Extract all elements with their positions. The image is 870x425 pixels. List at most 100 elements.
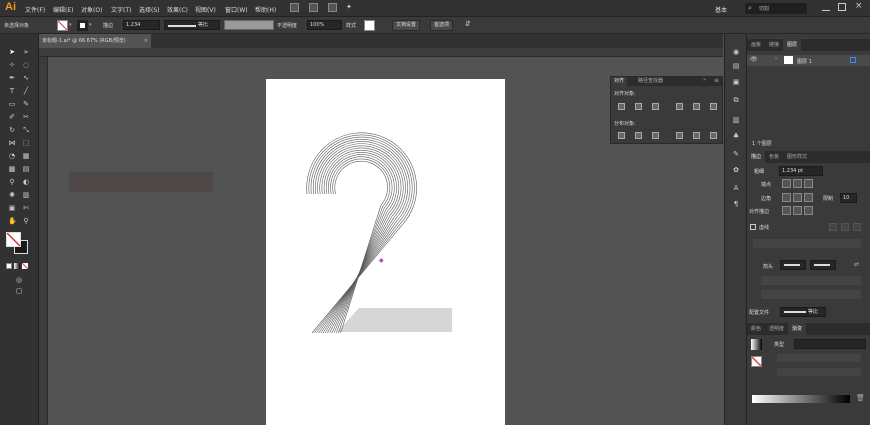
appearance-icon[interactable]: ♣ [732,132,740,140]
round-join-icon[interactable] [793,193,802,202]
maximize-icon[interactable] [838,3,846,11]
distribute-hcenter-icon[interactable] [693,132,700,139]
menu-select[interactable]: 选择(S) [139,5,160,14]
align-stroke-inside-icon[interactable] [793,206,802,215]
gradient-angle-fields[interactable] [777,354,861,362]
menu-object[interactable]: 对象(O) [81,5,102,14]
dark-rectangle-object[interactable] [69,172,213,192]
hand-tool-icon[interactable]: ✋ [8,217,17,225]
dash-gap-icon-1[interactable] [829,223,837,231]
swap-arrows-icon[interactable]: ⇄ [854,261,859,268]
transform-icon[interactable]: ▣ [732,78,740,86]
line-tool-icon[interactable]: ╱ [22,87,30,95]
gradient-thumbnail[interactable] [751,339,762,350]
tab-layers[interactable]: 图层 [783,39,802,51]
tab-graphic-styles[interactable]: 图形样式 [783,151,811,163]
slice-tool-icon[interactable]: ✄ [22,204,30,212]
layer-target-icon[interactable] [850,57,856,63]
horizontal-ruler[interactable] [39,48,723,57]
gradient-type-select[interactable] [794,339,866,349]
align-options-icon[interactable]: ⇵ [465,20,471,28]
profile-select[interactable]: 等比 [780,307,826,317]
character-icon[interactable]: A [732,184,740,192]
align-bottom-icon[interactable] [710,103,717,110]
paragraph-icon[interactable]: ¶ [732,200,740,208]
align-stroke-center-icon[interactable] [782,206,791,215]
shape-builder-tool-icon[interactable]: ◔ [8,152,16,160]
drawing-mode-icon[interactable]: ◎ [15,276,23,284]
none-mode-icon[interactable] [22,263,28,269]
preferences-button[interactable]: 首选项 [430,20,454,31]
zoom-tool-icon[interactable]: ⚲ [22,217,30,225]
color-guide-icon[interactable]: ◉ [732,48,740,56]
limit-field[interactable]: 10 [840,193,857,203]
gradient-stroke-options[interactable] [777,368,861,376]
magic-wand-tool-icon[interactable]: ✧ [8,61,16,69]
symbol-sprayer-tool-icon[interactable]: ✺ [8,191,16,199]
stroke-label[interactable]: 描边 [103,22,113,29]
rectangle-tool-icon[interactable]: ▭ [8,100,16,108]
tab-color[interactable]: 颜色 [747,323,765,335]
end-arrowhead-select[interactable] [810,260,836,270]
dashed-line-checkbox[interactable] [750,224,756,230]
gradient-slider[interactable] [752,395,850,403]
direct-selection-tool-icon[interactable]: ➢ [22,48,30,56]
stroke-weight-field[interactable]: 1.234 [123,20,160,30]
eyedropper-tool-icon[interactable]: ⚲ [8,178,16,186]
weight-field[interactable]: 1.234 pt [779,166,823,176]
menu-window[interactable]: 窗口(W) [225,5,248,14]
scale-tool-icon[interactable]: ⤡ [22,126,30,134]
align-hcenter-icon[interactable] [635,103,642,110]
menu-edit[interactable]: 编辑(E) [53,5,73,14]
projecting-cap-icon[interactable] [804,179,813,188]
fill-swatch[interactable] [57,20,68,31]
minimize-icon[interactable] [822,3,830,11]
opacity-field[interactable]: 100% [307,20,342,30]
rotate-tool-icon[interactable]: ↻ [8,126,16,134]
visibility-eye-icon[interactable]: 👁 [750,56,758,63]
align-stroke-outside-icon[interactable] [804,206,813,215]
close-tab-icon[interactable]: × [144,34,148,48]
lasso-tool-icon[interactable]: ◌ [22,61,30,69]
document-tab[interactable]: 未标题-1.ai* @ 66.67% (RGB/预览) × [39,34,151,48]
butt-cap-icon[interactable] [782,179,791,188]
symbols-icon[interactable]: ✿ [732,166,740,174]
tab-swatches[interactable]: 色板 [765,151,783,163]
menu-type[interactable]: 文字(T) [111,5,131,14]
tab-gradient[interactable]: 渐变 [788,323,807,335]
stock-icon[interactable] [309,3,318,12]
close-icon[interactable]: × [855,1,863,11]
vertical-ruler[interactable] [39,57,48,425]
artwork-number-2[interactable]: ◆ [266,79,505,425]
artboard-tool-icon[interactable]: ▣ [8,204,16,212]
panel-menu-icon[interactable]: ≡ [714,77,719,84]
tab-align[interactable]: 对齐 [611,77,628,86]
gradient-tool-icon[interactable]: ▤ [22,165,30,173]
blend-tool-icon[interactable]: ◐ [22,178,30,186]
menu-help[interactable]: 帮助(H) [255,5,276,14]
collapse-panel-icon[interactable]: » [703,77,706,83]
stroke-swatch[interactable] [77,20,88,31]
dash-gap-icon-3[interactable] [853,223,861,231]
gradient-fill-stroke-icon[interactable] [751,356,762,367]
perspective-grid-tool-icon[interactable]: ▦ [22,152,30,160]
tab-transparency[interactable]: 透明度 [765,323,788,335]
column-graph-tool-icon[interactable]: ▥ [22,191,30,199]
document-setup-button[interactable]: 文档设置 [392,20,421,31]
type-tool-icon[interactable]: T [8,87,16,95]
distribute-right-icon[interactable] [710,132,717,139]
fill-dropdown-icon[interactable]: ▾ [69,22,72,28]
align-left-icon[interactable] [618,103,625,110]
pen-tool-icon[interactable]: ✒ [8,74,16,82]
screen-mode-icon[interactable]: ▢ [15,287,23,295]
arrange-documents-icon[interactable] [328,3,337,12]
tab-pathfinder[interactable]: 路径查找器 [635,77,666,86]
tab-links[interactable]: 链接 [765,39,783,51]
free-transform-tool-icon[interactable]: ⬚ [22,139,30,147]
expand-arrow-icon[interactable]: › [775,56,777,62]
menu-view[interactable]: 视图(V) [195,5,216,14]
layer-name[interactable]: 图层 1 [797,58,812,65]
round-cap-icon[interactable] [793,179,802,188]
arrow-align-fields[interactable] [761,290,861,299]
stroke-dropdown-icon[interactable]: ▾ [89,22,92,28]
